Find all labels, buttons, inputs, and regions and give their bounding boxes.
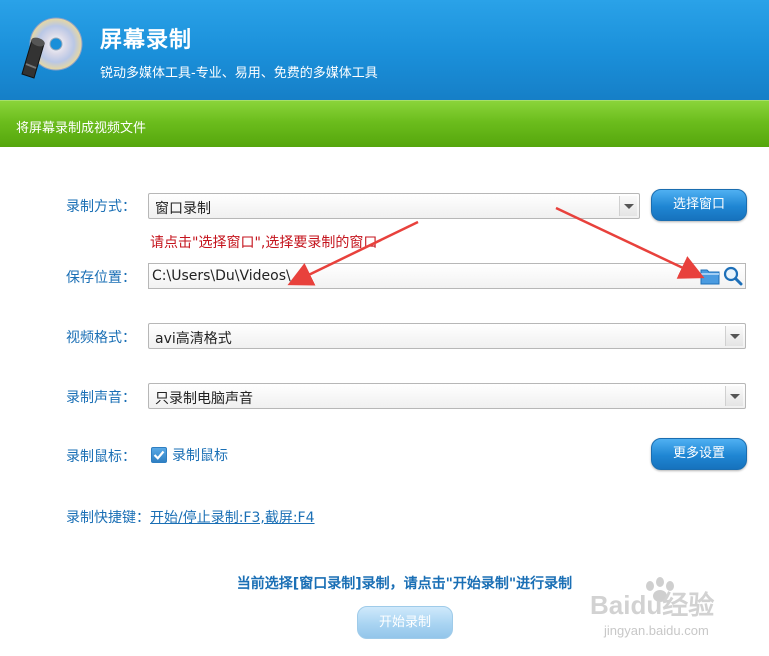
folder-icon[interactable]	[700, 267, 720, 285]
search-icon[interactable]	[723, 266, 743, 286]
app-title: 屏幕录制	[100, 28, 193, 53]
camera-disc-logo-icon	[21, 17, 83, 79]
video-format-value: avi高清格式	[155, 331, 232, 347]
record-mode-label: 录制方式：	[66, 199, 136, 215]
video-format-label: 视频格式：	[66, 330, 136, 346]
more-settings-button[interactable]: 更多设置	[651, 438, 747, 470]
chevron-down-icon[interactable]	[619, 196, 637, 216]
record-mode-value: 窗口录制	[155, 201, 211, 217]
select-window-hint: 请点击"选择窗口",选择要录制的窗口	[150, 235, 378, 251]
select-window-button[interactable]: 选择窗口	[651, 189, 747, 221]
save-path-field[interactable]: C:\Users\Du\Videos\	[148, 263, 746, 289]
record-audio-label: 录制声音：	[66, 390, 136, 406]
shortcut-link[interactable]: 开始/停止录制:F3,截屏:F4	[150, 507, 315, 527]
chevron-down-icon[interactable]	[725, 326, 743, 346]
start-recording-button[interactable]: 开始录制	[357, 606, 453, 639]
chevron-down-icon[interactable]	[725, 386, 743, 406]
watermark-url: jingyan.baidu.com	[603, 623, 709, 638]
record-audio-value: 只录制电脑声音	[155, 391, 253, 407]
record-mouse-label: 录制鼠标：	[66, 449, 136, 465]
video-format-select[interactable]: avi高清格式	[148, 323, 746, 349]
save-path-value: C:\Users\Du\Videos\	[152, 268, 291, 284]
record-mouse-checkbox[interactable]	[151, 447, 167, 463]
record-mode-select[interactable]: 窗口录制	[148, 193, 640, 219]
record-audio-select[interactable]: 只录制电脑声音	[148, 383, 746, 409]
checkmark-icon	[153, 450, 165, 460]
paw-icon: Baidu经验 jingyan.baidu.com	[590, 577, 714, 638]
banner-title: 将屏幕录制成视频文件	[16, 121, 147, 136]
section-banner: 将屏幕录制成视频文件	[0, 100, 769, 147]
record-mouse-checkbox-label[interactable]: 录制鼠标	[172, 445, 228, 465]
app-subtitle: 锐动多媒体工具-专业、易用、免费的多媒体工具	[100, 66, 378, 81]
app-header: 屏幕录制 锐动多媒体工具-专业、易用、免费的多媒体工具	[0, 0, 769, 100]
watermark-brand: Baidu经验	[590, 590, 714, 620]
shortcut-label: 录制快捷键：	[66, 510, 150, 526]
save-location-label: 保存位置：	[66, 270, 136, 286]
baidu-watermark: Baidu经验 jingyan.baidu.com	[590, 572, 740, 642]
